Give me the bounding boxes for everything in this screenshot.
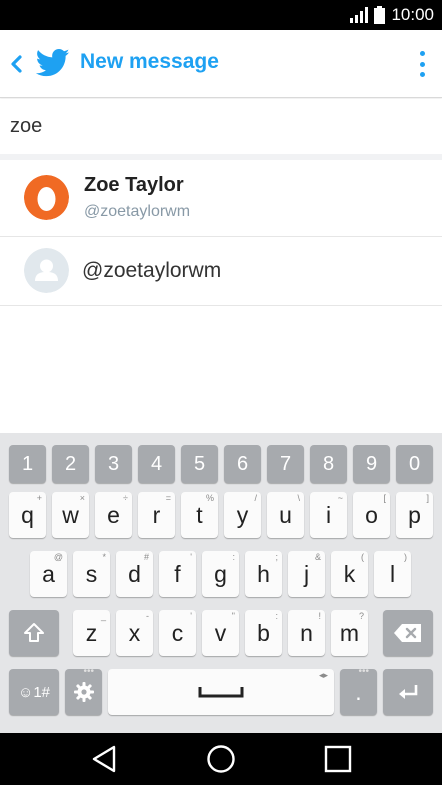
- space-bar-icon: [198, 687, 244, 698]
- key-4[interactable]: 4: [138, 445, 175, 483]
- shift-icon: [24, 623, 44, 642]
- key-g[interactable]: g:: [202, 551, 239, 597]
- twitter-bird-icon: [36, 48, 70, 77]
- signal-icon: [350, 7, 369, 23]
- result-item[interactable]: @zoetaylorwm: [0, 237, 442, 306]
- nav-home-button[interactable]: [201, 741, 241, 777]
- key-e[interactable]: e ÷: [95, 492, 132, 538]
- default-avatar-icon: [24, 248, 69, 293]
- status-bar: 10:00: [0, 0, 442, 30]
- key-u[interactable]: u \: [267, 492, 304, 538]
- key-5[interactable]: 5: [181, 445, 218, 483]
- key-y[interactable]: y /: [224, 492, 261, 538]
- nav-recents-button[interactable]: [318, 741, 358, 777]
- battery-icon: [374, 6, 386, 24]
- on-screen-keyboard: 1 2 3 4 5 6 7 8 9 0 q + w × e ÷ r = t% y / u \…: [0, 433, 442, 733]
- key-6[interactable]: 6: [224, 445, 261, 483]
- key-a[interactable]: a @: [30, 551, 67, 597]
- key-s[interactable]: s *: [73, 551, 110, 597]
- key-3[interactable]: 3: [95, 445, 132, 483]
- emoji-symbols-key[interactable]: ☺1#: [9, 669, 59, 715]
- settings-key[interactable]: •••: [65, 666, 102, 715]
- space-key[interactable]: ◂▸: [108, 669, 334, 715]
- backspace-icon: [394, 624, 421, 642]
- key-m[interactable]: m?: [331, 610, 368, 656]
- key-w[interactable]: w ×: [52, 492, 89, 538]
- page-title: New message: [80, 50, 219, 73]
- key-8[interactable]: 8: [310, 445, 347, 483]
- result-item[interactable]: Zoe Taylor @zoetaylorwm: [0, 160, 442, 237]
- key-i[interactable]: i ~: [310, 492, 347, 538]
- app-bar: New message: [0, 30, 442, 98]
- key-p[interactable]: p]: [396, 492, 433, 538]
- key-o[interactable]: o[: [353, 492, 390, 538]
- dots-indicator: •••: [83, 666, 94, 677]
- key-l[interactable]: l): [374, 551, 411, 597]
- home-circle-icon: [207, 745, 235, 773]
- recipient-search-input[interactable]: [0, 99, 442, 154]
- enter-arrow-icon: [399, 685, 418, 699]
- more-vert-icon: [419, 51, 425, 56]
- key-0[interactable]: 0: [396, 445, 433, 483]
- dots-indicator: •••: [358, 666, 369, 677]
- status-time: 10:00: [391, 5, 434, 24]
- key-v[interactable]: v ": [202, 610, 239, 656]
- key-j[interactable]: j &: [288, 551, 325, 597]
- nav-back-button[interactable]: [84, 741, 124, 777]
- recents-square-icon: [324, 745, 352, 773]
- cursor-arrows-indicator: ◂▸: [318, 670, 328, 680]
- key-f[interactable]: f ': [159, 551, 196, 597]
- status-icons: 10:00: [350, 5, 434, 25]
- chevron-left-icon: [11, 55, 22, 73]
- backspace-key[interactable]: [383, 610, 433, 656]
- key-n[interactable]: n!: [288, 610, 325, 656]
- key-d[interactable]: d #: [116, 551, 153, 597]
- key-1[interactable]: 1: [9, 445, 46, 483]
- key-t[interactable]: t%: [181, 492, 218, 538]
- egg-avatar-icon: [24, 175, 69, 220]
- gear-icon: [73, 682, 94, 702]
- key-2[interactable]: 2: [52, 445, 89, 483]
- key-b[interactable]: b:: [245, 610, 282, 656]
- result-name: Zoe Taylor: [84, 174, 184, 196]
- key-r[interactable]: r =: [138, 492, 175, 538]
- key-z[interactable]: z _: [73, 610, 110, 656]
- key-q[interactable]: q +: [9, 492, 46, 538]
- key-x[interactable]: x-: [116, 610, 153, 656]
- result-handle: @zoetaylorwm: [82, 259, 222, 282]
- key-k[interactable]: k(: [331, 551, 368, 597]
- overflow-menu-button[interactable]: [410, 48, 434, 80]
- enter-key[interactable]: [383, 669, 433, 715]
- key-c[interactable]: c ': [159, 610, 196, 656]
- back-button[interactable]: [4, 46, 28, 82]
- key-9[interactable]: 9: [353, 445, 390, 483]
- key-7[interactable]: 7: [267, 445, 304, 483]
- result-handle: @zoetaylorwm: [84, 203, 191, 220]
- back-triangle-icon: [92, 745, 116, 773]
- recipient-search-row: [0, 99, 442, 154]
- system-nav-bar: [0, 733, 442, 785]
- shift-key[interactable]: [9, 610, 59, 656]
- period-key[interactable]: . •••: [340, 666, 377, 715]
- key-h[interactable]: h;: [245, 551, 282, 597]
